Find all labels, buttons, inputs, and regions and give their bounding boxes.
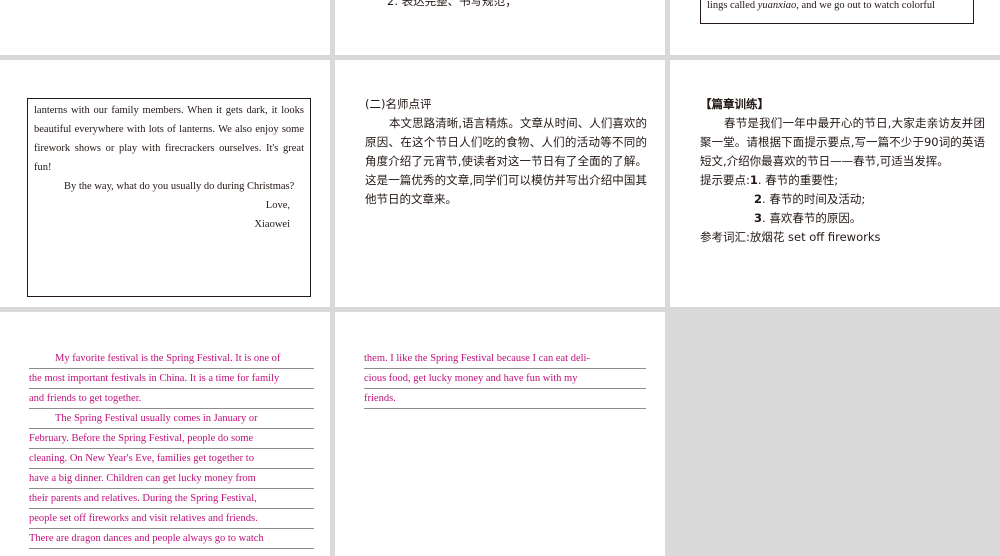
points-label: 提示要点:1. 春节的重要性;	[700, 171, 985, 190]
letter-box: lanterns with our family members. When i…	[27, 98, 311, 297]
essay-line: have a big dinner. Children can get luck…	[29, 469, 314, 489]
letter-paragraph: lanterns with our family members. When i…	[34, 105, 304, 173]
point-item: 3. 喜欢春节的原因。	[700, 209, 985, 228]
vocab-hint: 参考词汇:放烟花 set off fireworks	[700, 230, 881, 244]
slide-review: (二)名师点评 本文思路清晰,语言精炼。文章从时间、人们喜欢的原因、在这个节日人…	[335, 60, 665, 307]
essay-line: cleaning. On New Year's Eve, families ge…	[29, 449, 314, 469]
point-number: 1	[749, 173, 758, 187]
essay-line: them. I like the Spring Festival because…	[364, 349, 646, 369]
slide-training: 【篇章训练】 春节是我们一年中最开心的节日,大家走亲访友并团聚一堂。请根据下面提…	[670, 60, 1000, 307]
essay-line: people set off fireworks and visit relat…	[29, 509, 314, 529]
task-heading: 【篇章训练】	[700, 97, 769, 111]
letter-italic-word: yuanxiao	[757, 0, 797, 11]
points-label-text: 提示要点:	[700, 173, 750, 187]
essay-line: friends.	[364, 389, 646, 409]
essay-line: and friends to get together.	[29, 389, 314, 409]
point-item: 2. 春节的时间及活动;	[700, 190, 985, 209]
letter-question: By the way, what do you usually do durin…	[64, 181, 295, 192]
point-text: . 春节的重要性;	[757, 173, 839, 187]
slide-top-left	[0, 0, 330, 55]
model-essay-part2: them. I like the Spring Festival because…	[364, 349, 646, 409]
point-number: 2	[754, 192, 763, 206]
essay-line: There are dragon dances and people alway…	[29, 529, 314, 549]
point-text: . 喜欢春节的原因。	[762, 211, 862, 225]
model-essay-part1: My favorite festival is the Spring Festi…	[29, 349, 314, 549]
essay-line: cious food, get lucky money and have fun…	[364, 369, 646, 389]
essay-line: My favorite festival is the Spring Festi…	[29, 349, 314, 369]
essay-line: their parents and relatives. During the …	[29, 489, 314, 509]
requirement-line: 2. 表达完整、书写规范；	[387, 0, 517, 8]
letter-signature: Xiaowei	[254, 219, 290, 230]
slide-letter: lanterns with our family members. When i…	[0, 60, 330, 307]
slide-top-middle: 2. 表达完整、书写规范；	[335, 0, 665, 55]
point-text: . 春节的时间及活动;	[762, 192, 866, 206]
essay-line: February. Before the Spring Festival, pe…	[29, 429, 314, 449]
teacher-review: (二)名师点评 本文思路清晰,语言精炼。文章从时间、人们喜欢的原因、在这个节日人…	[365, 95, 647, 209]
letter-line-start: lings called	[707, 0, 758, 11]
slide-top-right: lings called yuanxiao, and we go out to …	[670, 0, 1000, 55]
point-number: 3	[754, 211, 763, 225]
slide-essay-right: them. I like the Spring Festival because…	[335, 312, 665, 556]
letter-line-end: , and we go out to watch colorful	[796, 0, 936, 11]
writing-task: 【篇章训练】 春节是我们一年中最开心的节日,大家走亲访友并团聚一堂。请根据下面提…	[700, 95, 985, 247]
letter-box-top: lings called yuanxiao, and we go out to …	[700, 0, 974, 24]
essay-line: The Spring Festival usually comes in Jan…	[29, 409, 314, 429]
empty-panel	[670, 312, 1000, 556]
slide-essay-left: My favorite festival is the Spring Festi…	[0, 312, 330, 556]
essay-line: the most important festivals in China. I…	[29, 369, 314, 389]
review-heading: (二)名师点评	[365, 97, 432, 111]
task-body: 春节是我们一年中最开心的节日,大家走亲访友并团聚一堂。请根据下面提示要点,写一篇…	[700, 116, 985, 168]
review-body: 本文思路清晰,语言精炼。文章从时间、人们喜欢的原因、在这个节日人们吃的食物、人们…	[365, 116, 647, 206]
letter-closing: Love,	[265, 200, 290, 211]
